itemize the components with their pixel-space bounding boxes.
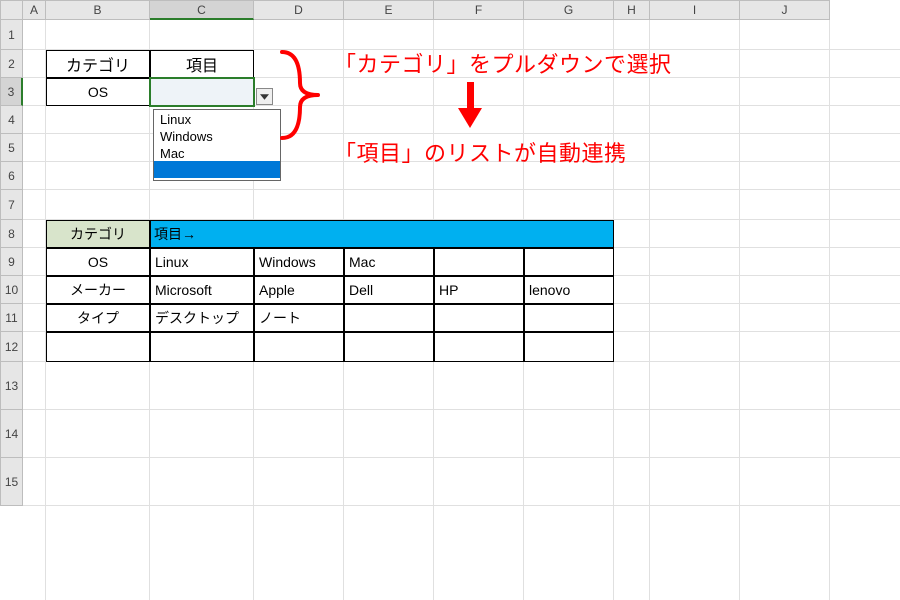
down-arrow-icon: [458, 82, 482, 131]
col-header-E[interactable]: E: [344, 0, 434, 20]
dropdown-option-3[interactable]: [154, 161, 280, 178]
col-header-F[interactable]: F: [434, 0, 524, 20]
row-header-6[interactable]: 6: [0, 162, 23, 190]
cell-F10[interactable]: HP: [434, 276, 524, 304]
col-header-C[interactable]: C: [150, 0, 254, 20]
cell-G11[interactable]: [524, 304, 614, 332]
cell-B12-category[interactable]: [46, 332, 150, 362]
cell-C11[interactable]: デスクトップ: [150, 304, 254, 332]
row-header-5[interactable]: 5: [0, 134, 23, 162]
dropdown-option-0[interactable]: Linux: [154, 110, 280, 127]
cell-B8-header-category: カテゴリ: [46, 220, 150, 248]
col-header-I[interactable]: I: [650, 0, 740, 20]
cell-E9[interactable]: Mac: [344, 248, 434, 276]
dropdown-list[interactable]: LinuxWindowsMac: [153, 109, 281, 181]
row-headers: 123456789101112131415: [0, 20, 23, 506]
cell-B2-header-category: カテゴリ: [46, 50, 150, 78]
cell-B3-value-category[interactable]: OS: [46, 78, 150, 106]
cell-F9[interactable]: [434, 248, 524, 276]
cell-C10[interactable]: Microsoft: [150, 276, 254, 304]
cell-F12[interactable]: [434, 332, 524, 362]
column-headers: ABCDEFGHIJ: [0, 0, 830, 20]
dropdown-option-2[interactable]: Mac: [154, 144, 280, 161]
dropdown-button[interactable]: [256, 88, 273, 105]
col-header-G[interactable]: G: [524, 0, 614, 20]
row-header-11[interactable]: 11: [0, 304, 23, 332]
cell-B11-category[interactable]: タイプ: [46, 304, 150, 332]
row-header-10[interactable]: 10: [0, 276, 23, 304]
dropdown-option-1[interactable]: Windows: [154, 127, 280, 144]
row-header-8[interactable]: 8: [0, 220, 23, 248]
cell-D11[interactable]: ノート: [254, 304, 344, 332]
col-header-A[interactable]: A: [23, 0, 46, 20]
annotation-line-1: 「カテゴリ」をプルダウンで選択: [334, 47, 894, 73]
row-header-13[interactable]: 13: [0, 362, 23, 410]
spreadsheet-sheet: ABCDEFGHIJ 123456789101112131415 カテゴリ項目O…: [0, 0, 900, 600]
row-header-4[interactable]: 4: [0, 106, 23, 134]
lower-table-divider: [149, 220, 151, 362]
cell-C9[interactable]: Linux: [150, 248, 254, 276]
row-header-15[interactable]: 15: [0, 458, 23, 506]
row-header-14[interactable]: 14: [0, 410, 23, 458]
col-header-J[interactable]: J: [740, 0, 830, 20]
col-header-B[interactable]: B: [46, 0, 150, 20]
brace-annotation: [278, 50, 320, 143]
cell-D12[interactable]: [254, 332, 344, 362]
cell-E10[interactable]: Dell: [344, 276, 434, 304]
col-header-H[interactable]: H: [614, 0, 650, 20]
row-header-9[interactable]: 9: [0, 248, 23, 276]
cell-C8-header-items: 項目→: [150, 220, 614, 248]
cell-G10[interactable]: lenovo: [524, 276, 614, 304]
cell-C12[interactable]: [150, 332, 254, 362]
cell-C3-selected[interactable]: [149, 77, 255, 107]
row-header-2[interactable]: 2: [0, 50, 23, 78]
row-header-7[interactable]: 7: [0, 190, 23, 220]
cell-E12[interactable]: [344, 332, 434, 362]
row-header-12[interactable]: 12: [0, 332, 23, 362]
cell-F11[interactable]: [434, 304, 524, 332]
cell-G12[interactable]: [524, 332, 614, 362]
cell-B10-category[interactable]: メーカー: [46, 276, 150, 304]
chevron-down-icon: [260, 94, 269, 100]
annotation-line-2: 「項目」のリストが自動連携: [334, 136, 894, 162]
cell-D10[interactable]: Apple: [254, 276, 344, 304]
cell-G9[interactable]: [524, 248, 614, 276]
cell-C2-header-item: 項目: [150, 50, 254, 78]
cell-E11[interactable]: [344, 304, 434, 332]
row-header-3[interactable]: 3: [0, 78, 23, 106]
cell-D9[interactable]: Windows: [254, 248, 344, 276]
col-header-D[interactable]: D: [254, 0, 344, 20]
row-header-1[interactable]: 1: [0, 20, 23, 50]
cell-B9-category[interactable]: OS: [46, 248, 150, 276]
select-all-corner[interactable]: [0, 0, 23, 20]
